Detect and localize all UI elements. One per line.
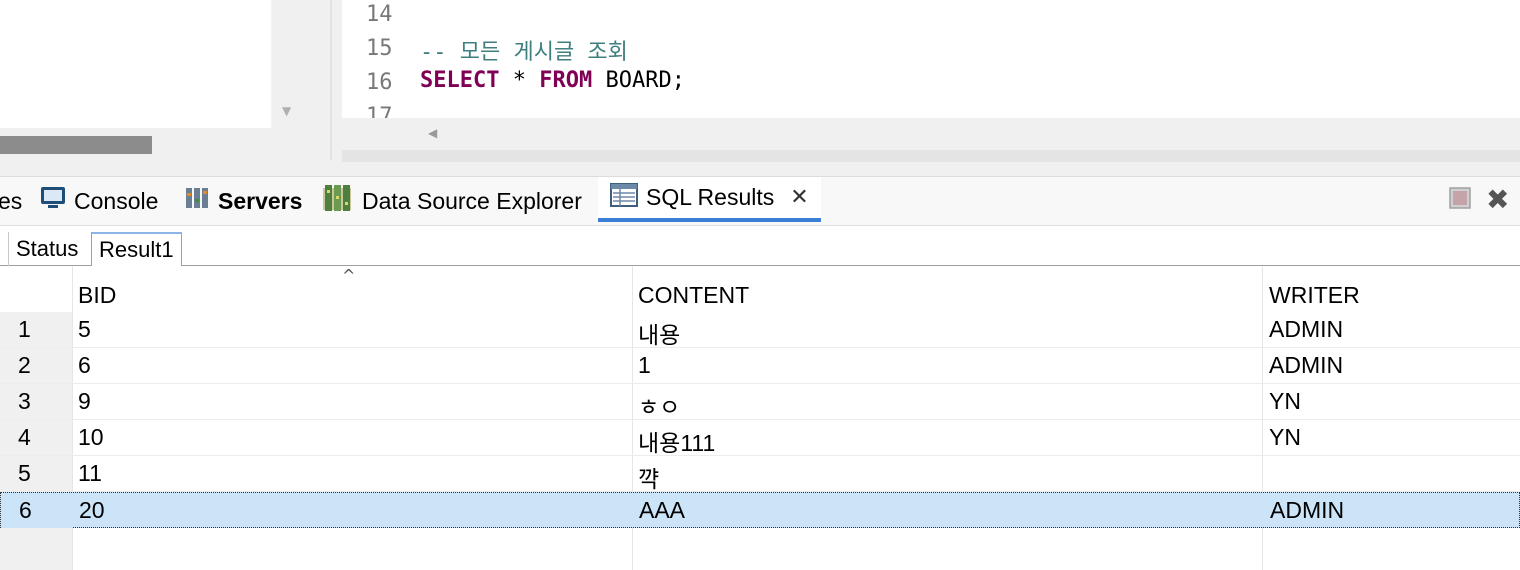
cell-content[interactable]: AAA [639,497,685,524]
close-tab-icon[interactable]: ✕ [790,185,808,210]
pane-divider[interactable] [330,0,332,160]
row-number: 6 [19,497,32,523]
scroll-down-arrow-icon[interactable]: ▼ [282,104,291,118]
view-tab-bar: es Console Servers Data Source Explorer … [0,176,1520,226]
cell-writer[interactable]: ADMIN [1270,497,1344,524]
column-header-bid[interactable]: BID [78,282,116,309]
workbench-top: ▼ 14 15 16 17 -- 모든 게시글 조회 SELECT * FROM… [0,0,1520,176]
tab-partial-label: es [0,187,23,214]
row-number: 5 [18,460,31,486]
row-number: 4 [18,424,31,450]
tab-console-label: Console [74,187,159,214]
cell-bid[interactable]: 5 [78,316,91,343]
table-row[interactable]: 1 5 내용 ADMIN [0,312,1520,348]
editor-bottom-border [342,150,1520,162]
close-view-icon[interactable]: ✖ [1486,183,1509,216]
table-row[interactable]: 3 9 ㅎㅇ YN [0,384,1520,420]
tab-data-source-explorer-label: Data Source Explorer [362,187,582,214]
tab-servers-label: Servers [218,187,303,214]
table-row-selected[interactable]: 6 20 AAA ADMIN [0,492,1520,528]
cell-content[interactable]: 내용 [638,316,680,350]
empty-row-number-area [0,528,72,570]
table-row[interactable]: 5 11 꺅 [0,456,1520,492]
cell-content[interactable]: 1 [638,352,651,379]
cell-bid[interactable]: 20 [79,497,105,524]
row-number: 3 [18,388,31,414]
row-number-cell [0,456,72,491]
cell-bid[interactable]: 10 [78,424,104,451]
tab-result1[interactable]: Result1 [91,232,182,267]
cell-bid[interactable]: 9 [78,388,91,415]
results-table[interactable]: ^ BID CONTENT WRITER 1 5 내용 ADMIN 2 6 1 … [0,266,1520,570]
navigator-tree[interactable] [0,0,271,128]
tab-sql-results[interactable]: SQL Results ✕ [598,177,821,222]
table-row[interactable]: 2 6 1 ADMIN [0,348,1520,384]
line-number: 14 [366,2,393,27]
code-select-line[interactable]: SELECT * FROM BOARD; [420,68,685,93]
row-number-cell [0,384,72,419]
column-header-writer[interactable]: WRITER [1269,282,1360,309]
editor-horizontal-scrollbar[interactable]: ◀ [342,118,1520,150]
result-tabs: Status Result1 [0,226,1520,267]
table-row[interactable]: 4 10 내용111 YN [0,420,1520,456]
row-number-cell [0,420,72,455]
servers-icon [184,185,210,217]
tab-servers[interactable]: Servers [184,177,302,225]
column-header-content[interactable]: CONTENT [638,282,749,309]
line-number: 16 [366,70,393,95]
sql-keyword-from: FROM [539,68,593,93]
cell-writer[interactable]: YN [1269,388,1301,415]
cell-content[interactable]: ㅎㅇ [638,388,680,422]
console-icon [40,185,66,217]
navigator-vertical-scrollbar[interactable]: ▼ [272,0,305,128]
line-number: 15 [366,36,393,61]
cell-writer[interactable]: YN [1269,424,1301,451]
sql-table-name: BOARD; [592,68,685,93]
navigator-scroll-thumb[interactable] [0,136,152,154]
tab-partial[interactable]: es [0,177,22,225]
cell-writer[interactable]: ADMIN [1269,352,1343,379]
code-comment-line[interactable]: -- 모든 게시글 조회 [420,34,628,66]
tab-status[interactable]: Status [8,232,85,266]
tab-console[interactable]: Console [40,177,158,225]
cell-content[interactable]: 내용111 [638,424,715,458]
database-explorer-icon [322,184,354,218]
cell-writer[interactable]: ADMIN [1269,316,1343,343]
row-number: 1 [18,316,31,342]
row-number-cell [0,348,72,383]
line-number-gutter: 14 15 16 17 [342,0,414,129]
sql-editor[interactable]: 14 15 16 17 -- 모든 게시글 조회 SELECT * FROM B… [342,0,1520,162]
cell-content[interactable]: 꺅 [638,460,659,494]
cell-bid[interactable]: 11 [78,460,102,487]
row-number-cell [1,493,73,528]
row-number-cell [0,312,72,347]
scroll-left-arrow-icon[interactable]: ◀ [428,126,437,140]
cell-bid[interactable]: 6 [78,352,91,379]
navigator-pane: ▼ [0,0,305,160]
maximize-view-icon[interactable] [1449,187,1471,209]
tab-data-source-explorer[interactable]: Data Source Explorer [322,177,582,225]
sql-star: * [499,68,540,93]
sql-results-icon [610,182,638,213]
tab-sql-results-label: SQL Results [646,184,775,210]
sql-keyword-select: SELECT [420,68,500,93]
row-number: 2 [18,352,31,378]
sort-ascending-icon: ^ [342,266,356,285]
